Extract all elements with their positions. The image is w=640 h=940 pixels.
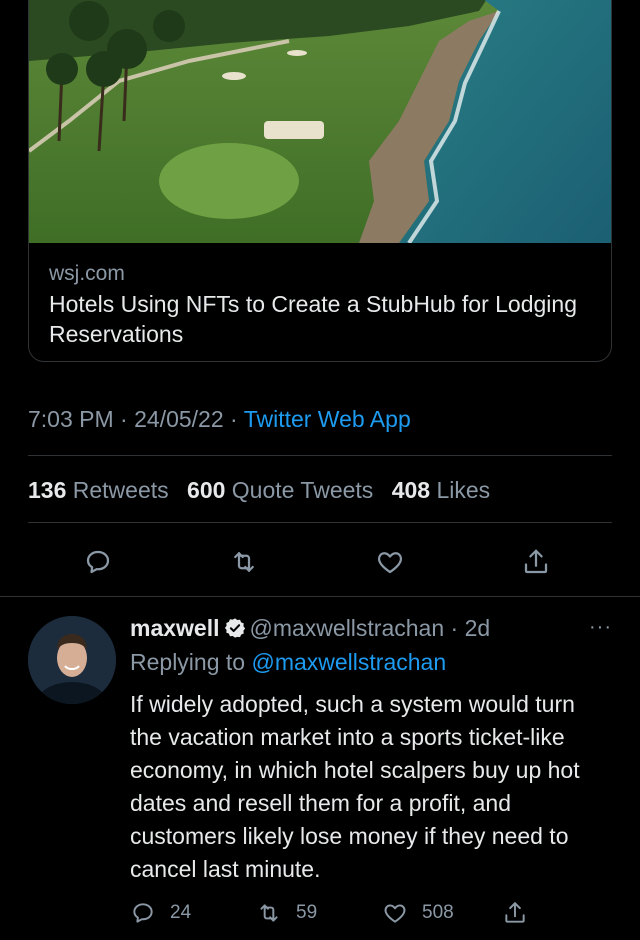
- likes-stat[interactable]: 408 Likes: [392, 477, 490, 503]
- display-name[interactable]: maxwell: [130, 615, 220, 641]
- user-handle[interactable]: @maxwellstrachan: [250, 615, 445, 641]
- tweet-action-bar: [0, 540, 640, 584]
- retweet-icon: [234, 552, 254, 572]
- retweets-count: 136: [28, 477, 67, 503]
- likes-count: 408: [391, 477, 431, 503]
- reply-like-button[interactable]: 508: [382, 896, 454, 930]
- link-preview-card[interactable]: wsj.com Hotels Using NFTs to Create a St…: [28, 0, 612, 362]
- reply-tweet: maxwell @maxwellstrachan · 2d Replying t…: [130, 612, 620, 886]
- verified-badge-icon: [224, 618, 245, 638]
- divider: [28, 522, 612, 523]
- replying-to-mention[interactable]: @maxwellstrachan: [251, 649, 446, 675]
- quote-tweets-count: 600: [187, 477, 226, 503]
- retweet-button[interactable]: [222, 540, 266, 584]
- reply-age[interactable]: 2d: [465, 615, 491, 641]
- share-button[interactable]: [514, 540, 558, 584]
- separator: ·: [450, 615, 459, 641]
- golf-course-photo: [29, 0, 611, 243]
- separator: ·: [120, 406, 128, 432]
- reply-text: If widely adopted, such a system would t…: [130, 691, 580, 882]
- reply-action-bar: 24 59 508: [0, 896, 640, 930]
- replying-to-line: Replying to @maxwellstrachan: [130, 646, 620, 678]
- divider: [28, 455, 612, 456]
- retweets-stat[interactable]: 136 Retweets: [28, 477, 175, 503]
- reply-share-button[interactable]: [502, 896, 542, 930]
- retweet-count: 59: [296, 902, 318, 923]
- retweets-label: Retweets: [72, 477, 169, 503]
- reply-reply-button[interactable]: 24: [130, 896, 191, 930]
- separator: ·: [230, 406, 238, 432]
- heart-icon: [377, 552, 403, 574]
- link-title[interactable]: Hotels Using NFTs to Create a StubHub fo…: [49, 289, 591, 349]
- reply-icon: [86, 550, 110, 574]
- tweet-date[interactable]: 24/05/22: [134, 406, 224, 432]
- link-domain: wsj.com: [49, 262, 125, 285]
- reply-retweet-button[interactable]: 59: [256, 896, 317, 930]
- quote-tweets-label: Quote Tweets: [231, 477, 374, 503]
- avatar-photo: [28, 616, 116, 704]
- reply-icon: [133, 903, 153, 923]
- heart-icon: [384, 904, 406, 923]
- tweet-timestamp-row: 7:03 PM · 24/05/22 · Twitter Web App: [28, 403, 411, 435]
- share-icon: [524, 549, 548, 574]
- like-button[interactable]: [368, 540, 412, 584]
- reply-header: maxwell @maxwellstrachan · 2d: [130, 612, 620, 644]
- tweet-source-link[interactable]: Twitter Web App: [244, 406, 411, 432]
- engagement-stats: 136 Retweets 600 Quote Tweets 408 Likes: [28, 474, 502, 506]
- like-count: 508: [422, 902, 454, 923]
- retweet-icon: [260, 904, 278, 922]
- likes-label: Likes: [436, 477, 491, 503]
- quote-tweets-stat[interactable]: 600 Quote Tweets: [187, 477, 380, 503]
- reply-button[interactable]: [76, 540, 120, 584]
- share-icon: [505, 902, 525, 923]
- reply-count: 24: [170, 902, 192, 923]
- tweet-time[interactable]: 7:03 PM: [28, 406, 114, 432]
- avatar[interactable]: [28, 616, 116, 704]
- divider: [0, 596, 640, 597]
- replying-to-label: Replying to: [130, 649, 246, 675]
